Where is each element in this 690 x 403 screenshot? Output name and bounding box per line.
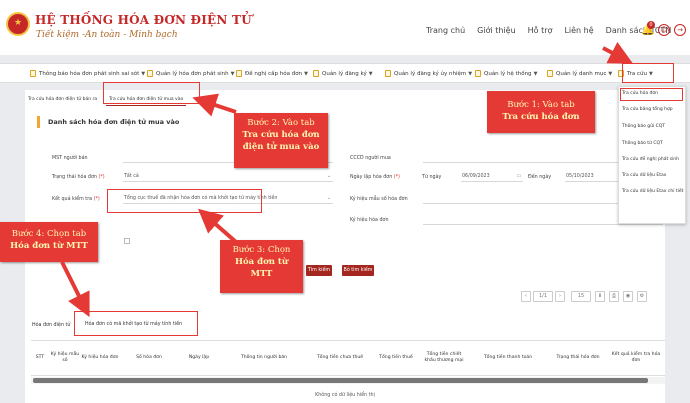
highlight-invoice-lookup (620, 88, 683, 101)
col-invoice-date: Ngày lập (188, 355, 210, 360)
col-invoice-status: Trạng thái hóa đơn (556, 355, 600, 360)
label-invoice-status: Trạng thái hóa đơn (*) (52, 175, 105, 180)
label-invoice-date: Ngày lập hóa đơn (*) (350, 175, 400, 180)
dropdown-item-etax-detail[interactable]: Tra cứu dữ liệu Etax chi tiết (622, 189, 683, 194)
menu-catalog[interactable]: Quản lý danh mục ▼ (547, 70, 612, 77)
chevron-down-icon: ⌄ (326, 196, 331, 201)
brand-title: HỆ THỐNG HÓA ĐƠN ĐIỆN TỬ (35, 13, 252, 27)
caret-down-icon: ▼ (304, 71, 308, 77)
document-icon (236, 70, 242, 77)
checkbox[interactable] (124, 238, 130, 244)
highlight-check-result (107, 189, 262, 213)
dropdown-item-received-notices[interactable]: Thông báo từ CQT (622, 141, 663, 146)
next-page-icon[interactable]: › (555, 291, 565, 302)
menu-registration[interactable]: Quản lý đăng ký ▼ (313, 70, 373, 77)
col-tax-total: Tổng tiền thuế (379, 355, 413, 360)
col-check-result: Kết quả kiểm tra hóa đơn (611, 352, 661, 363)
user-icon[interactable]: ☺ (658, 24, 670, 36)
caret-down-icon: ▼ (230, 71, 235, 77)
callout-step-4: Bước 4: Chọn tab Hóa đơn từ MTT (0, 222, 98, 262)
nav-about[interactable]: Giới thiệu (477, 26, 516, 35)
invoice-status-select[interactable]: Tất cả ⌄ (123, 172, 333, 182)
label-invoice-symbol: Ký hiệu hóa đơn (350, 218, 389, 223)
no-data-message: Không có dữ liệu hiển thị (315, 393, 375, 398)
tab-e-invoices[interactable]: Hóa đơn điện tử (32, 320, 70, 331)
settings-icon[interactable]: ⚙ (637, 291, 647, 302)
callout-step-2: Bước 2: Vào tab Tra cứu hóa đơn điện tử … (234, 113, 328, 168)
callout-step-1: Bước 1: Vào tab Tra cứu hóa đơn (487, 91, 595, 133)
prev-page-icon[interactable]: ‹ (521, 291, 531, 302)
star-icon: ★ (13, 18, 23, 28)
label-template-symbol: Ký hiệu mẫu số hóa đơn (350, 197, 408, 202)
notification-badge: 0 (647, 21, 655, 29)
menu-authorization[interactable]: Quản lý đăng ký ủy nhiệm ▼ (385, 70, 472, 77)
col-subtotal: Tổng tiền chưa thuế (316, 355, 364, 360)
nav-contact[interactable]: Liên hệ (564, 26, 593, 35)
calendar-icon: ▭ (516, 174, 521, 179)
brand-slogan: Tiết kiệm -An toàn - Minh bạch (36, 30, 178, 40)
search-button[interactable]: Tìm kiếm (306, 265, 332, 276)
highlight-purchase-tab (103, 82, 200, 104)
nav-home[interactable]: Trang chủ (426, 26, 465, 35)
menu-request-invoice[interactable]: Đề nghị cấp hóa đơn ▼ (236, 70, 308, 77)
invoice-table-header: STT Ký hiệu mẫu số Ký hiệu hóa đơn Số hó… (31, 340, 665, 376)
document-icon (313, 70, 319, 77)
top-nav: Trang chủ Giới thiệu Hỗ trợ Liên hệ Danh… (426, 26, 671, 35)
tab-sold-invoices[interactable]: Tra cứu hóa đơn điện tử bán ra (25, 94, 100, 106)
col-stt: STT (35, 355, 45, 360)
col-payment-total: Tổng tiền thanh toán (483, 355, 533, 360)
document-icon (385, 70, 391, 77)
document-icon (475, 70, 481, 77)
dropdown-item-summary-lookup[interactable]: Tra cứu bảng tổng hợp (622, 107, 673, 112)
caret-down-icon: ▼ (468, 71, 473, 77)
view-icon[interactable]: ◉ (623, 291, 633, 302)
lookup-dropdown-menu: Tra cứu hóa đơn Tra cứu bảng tổng hợp Th… (618, 86, 686, 224)
print-icon[interactable]: ⎙ (609, 291, 619, 302)
main-menu: Thông báo hóa đơn phát sinh sai sót ▼ Quả… (0, 63, 690, 83)
caret-down-icon: ▼ (368, 71, 373, 77)
title-accent-bar (37, 116, 40, 128)
highlight-mtt-tab (74, 311, 198, 336)
highlight-lookup-menu (622, 63, 674, 83)
col-invoice-number: Số hóa đơn (136, 355, 162, 360)
menu-invoice-error-notice[interactable]: Thông báo hóa đơn phát sinh sai sót ▼ (30, 70, 145, 77)
caret-down-icon: ▼ (141, 71, 146, 77)
menu-manage-invoices[interactable]: Quản lý hóa đơn phát sinh ▼ (147, 70, 235, 77)
scrollbar-thumb[interactable] (33, 378, 648, 383)
clear-search-button[interactable]: Bỏ tìm kiếm (342, 265, 374, 276)
logo-icon[interactable]: ★ (6, 12, 30, 36)
nav-support[interactable]: Hỗ trợ (528, 26, 553, 35)
caret-down-icon: ▼ (608, 71, 613, 77)
export-icon[interactable]: ⬇ (595, 291, 605, 302)
col-seller-info: Thông tin người bán (240, 355, 288, 360)
callout-step-3: Bước 3: Chọn Hóa đơn từ MTT (220, 240, 303, 293)
document-icon (147, 70, 153, 77)
page-indicator: 1/1 (533, 291, 553, 302)
document-icon (547, 70, 553, 77)
dropdown-item-request-lookup[interactable]: Tra cứu đề nghị phát sinh (622, 157, 679, 162)
document-icon (30, 70, 36, 77)
page-title: Danh sách hóa đơn điện tử mua vào (48, 118, 180, 126)
chevron-down-icon: ⌄ (326, 174, 331, 179)
col-discount-total: Tổng tiền chiết khấu thương mại (424, 352, 464, 363)
from-date-input[interactable]: 06/09/2023 ▭ (461, 172, 523, 182)
menu-system[interactable]: Quản lý hệ thống ▼ (475, 70, 537, 77)
label-to-date: Đến ngày (528, 175, 552, 180)
label-from-date: Từ ngày (422, 175, 442, 180)
logout-icon[interactable]: → (674, 24, 686, 36)
caret-down-icon: ▼ (533, 71, 538, 77)
dropdown-item-sent-notices[interactable]: Thông báo gửi CQT (622, 124, 665, 129)
col-template-symbol: Ký hiệu mẫu số (50, 352, 80, 363)
page-size-select[interactable]: 15 (571, 291, 591, 302)
dropdown-item-etax-lookup[interactable]: Tra cứu dữ liệu Etax (622, 173, 666, 178)
label-buyer-id: CCCD người mua (350, 156, 391, 161)
label-check-result: Kết quả kiểm tra (*) (52, 197, 100, 202)
label-seller-tax-code: MST người bán (52, 156, 88, 161)
col-invoice-symbol: Ký hiệu hóa đơn (81, 355, 119, 360)
